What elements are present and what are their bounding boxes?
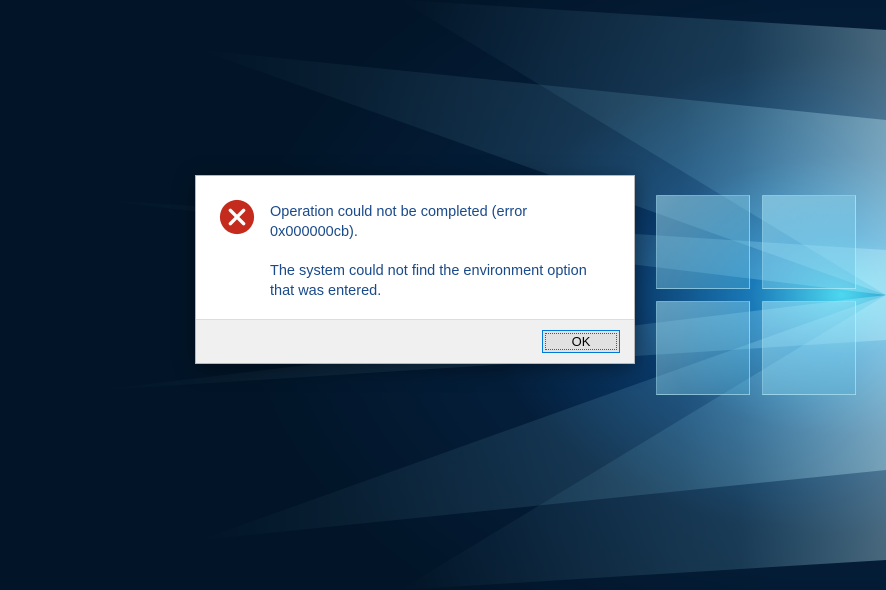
error-dialog: Operation could not be completed (error … (195, 175, 635, 364)
dialog-message: Operation could not be completed (error … (270, 202, 612, 301)
ok-button[interactable]: OK (542, 330, 620, 353)
dialog-footer: OK (196, 319, 634, 363)
message-primary: Operation could not be completed (error … (270, 202, 612, 243)
message-secondary: The system could not find the environmen… (270, 261, 612, 302)
windows-logo (656, 195, 856, 395)
error-icon (218, 198, 256, 241)
dialog-body: Operation could not be completed (error … (196, 176, 634, 319)
